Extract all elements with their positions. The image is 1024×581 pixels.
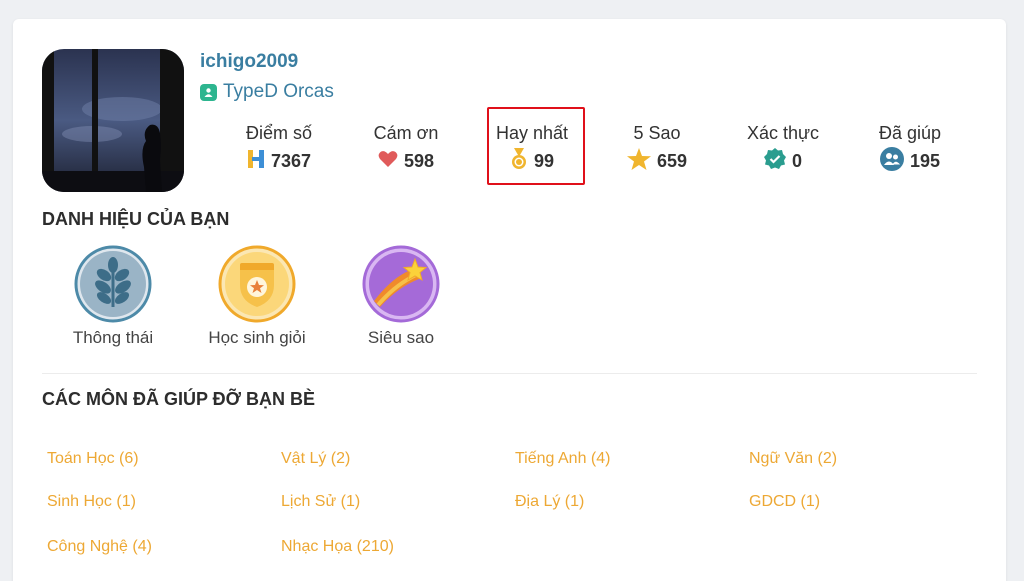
shield-badge-icon — [218, 245, 296, 323]
subject-link[interactable]: Tiếng Anh (4) — [515, 450, 610, 468]
badge-item[interactable]: Học sinh giỏi — [187, 245, 327, 348]
leaf-badge-icon — [74, 245, 152, 323]
stat-value: 195 — [909, 150, 941, 171]
stat-helped: Đã giúp 195 — [850, 121, 970, 174]
subject-link[interactable]: Vật Lý (2) — [281, 450, 350, 468]
username[interactable]: ichigo2009 — [200, 51, 298, 73]
rank-icon — [200, 83, 217, 101]
badge-label: Siêu sao — [367, 328, 435, 347]
stat-label: Đã giúp — [878, 123, 942, 143]
stat-value: 7367 — [270, 150, 312, 171]
subject-link[interactable]: GDCD (1) — [749, 493, 820, 511]
subject-link[interactable]: Địa Lý (1) — [515, 493, 584, 511]
stat-value: 598 — [403, 150, 435, 171]
rank-label: TypeD Orcas — [200, 81, 334, 103]
stat-thanks: Cám ơn 598 — [346, 121, 466, 174]
users-icon — [879, 146, 904, 176]
subject-link[interactable]: Công Nghệ (4) — [47, 538, 152, 556]
divider — [42, 373, 977, 374]
stat-label: Điểm số — [245, 123, 312, 143]
stat-label: Xác thực — [746, 123, 820, 143]
badge-item[interactable]: Siêu sao — [331, 245, 471, 348]
stat-label: 5 Sao — [633, 123, 681, 143]
points-icon — [247, 149, 265, 174]
subject-link[interactable]: Lịch Sử (1) — [281, 493, 360, 511]
shooting-star-badge-icon — [362, 245, 440, 323]
highlight-box — [487, 107, 585, 185]
verified-icon — [763, 147, 786, 175]
subject-link[interactable]: Sinh Học (1) — [47, 493, 136, 511]
stat-verified: Xác thực 0 — [723, 121, 843, 174]
avatar[interactable] — [42, 49, 184, 192]
stat-value: 659 — [656, 150, 688, 171]
badge-label: Học sinh giỏi — [208, 328, 306, 347]
subjects-section-title: CÁC MÔN ĐÃ GIÚP ĐỠ BẠN BÈ — [42, 389, 316, 409]
badges-section-title: DANH HIỆU CỦA BẠN — [42, 209, 230, 229]
heart-icon — [378, 150, 398, 173]
rank-name: TypeD Orcas — [223, 81, 334, 102]
subject-link[interactable]: Nhạc Họa (210) — [281, 538, 394, 556]
star-icon — [626, 147, 651, 175]
stat-label: Cám ơn — [373, 123, 439, 143]
subject-link[interactable]: Ngữ Văn (2) — [749, 450, 837, 468]
badge-item[interactable]: Thông thái — [43, 245, 183, 348]
stat-points: Điểm số 7367 — [219, 121, 339, 174]
stat-five-star: 5 Sao 659 — [597, 121, 717, 174]
subject-link[interactable]: Toán Học (6) — [47, 450, 139, 468]
stat-value: 0 — [791, 150, 802, 171]
badge-label: Thông thái — [72, 328, 154, 347]
